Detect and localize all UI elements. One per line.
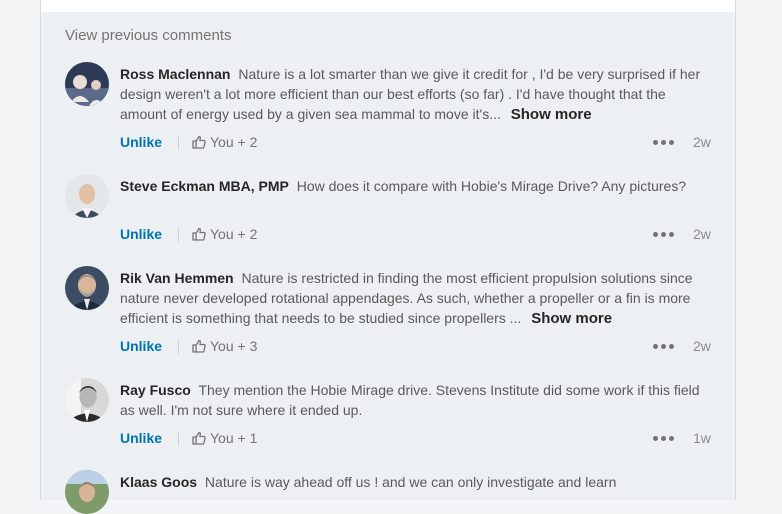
comment-text: Steve Eckman MBA, PMP How does it compar… [120, 176, 710, 196]
comment-actions: Unlike You + 3 2w [120, 336, 715, 356]
unlike-button[interactable]: Unlike [120, 428, 162, 448]
comment-age: 2w [693, 226, 711, 242]
comment-actions: Unlike You + 2 2w [120, 132, 715, 152]
unlike-button[interactable]: Unlike [120, 132, 162, 152]
avatar[interactable] [65, 266, 109, 310]
avatar[interactable] [65, 378, 109, 422]
like-count[interactable]: You + 2 [192, 132, 257, 152]
comment-text: Rik Van Hemmen Nature is restricted in f… [120, 268, 710, 329]
comment-body: They mention the Hobie Mirage drive. Ste… [120, 382, 700, 418]
like-count-text: You + 1 [210, 430, 258, 446]
comment-text: Klaas Goos Nature is way ahead off us ! … [120, 472, 710, 492]
more-options-icon[interactable] [653, 344, 675, 349]
comment-author[interactable]: Steve Eckman MBA, PMP [120, 178, 289, 194]
more-options-icon[interactable] [653, 140, 675, 145]
avatar[interactable] [65, 174, 109, 218]
like-count[interactable]: You + 2 [192, 224, 257, 244]
divider [178, 431, 179, 446]
show-more-link[interactable]: Show more [531, 310, 612, 327]
like-count-text: You + 2 [210, 226, 258, 242]
like-count[interactable]: You + 3 [192, 336, 257, 356]
comment-text: Ray Fusco They mention the Hobie Mirage … [120, 380, 710, 420]
comment-actions: Unlike You + 2 2w [120, 224, 715, 244]
comment-author[interactable]: Ross Maclennan [120, 66, 230, 82]
show-more-link[interactable]: Show more [511, 106, 592, 123]
thumbs-up-icon [192, 339, 206, 353]
comment-text: Ross Maclennan Nature is a lot smarter t… [120, 64, 710, 125]
comment-author[interactable]: Klaas Goos [120, 474, 197, 490]
divider [178, 339, 179, 354]
unlike-button[interactable]: Unlike [120, 336, 162, 356]
comment-author[interactable]: Rik Van Hemmen [120, 270, 234, 286]
comment-actions: Unlike You + 1 1w [120, 428, 715, 448]
view-previous-comments-link[interactable]: View previous comments [65, 27, 231, 44]
divider [178, 135, 179, 150]
divider [178, 227, 179, 242]
comment-age: 2w [693, 134, 711, 150]
more-options-icon[interactable] [653, 436, 675, 441]
comment-author[interactable]: Ray Fusco [120, 382, 191, 398]
thumbs-up-icon [192, 227, 206, 241]
comment-body: How does it compare with Hobie's Mirage … [296, 178, 687, 194]
comments-panel: View previous comments Ross Maclennan Na… [40, 12, 736, 514]
more-options-icon[interactable] [653, 232, 675, 237]
comment-body: Nature is way ahead off us ! and we can … [204, 474, 617, 490]
like-count-text: You + 2 [210, 134, 258, 150]
unlike-button[interactable]: Unlike [120, 224, 162, 244]
comment-age: 2w [693, 338, 711, 354]
comment-age: 1w [693, 430, 711, 446]
avatar[interactable] [65, 62, 109, 106]
thumbs-up-icon [192, 135, 206, 149]
like-count-text: You + 3 [210, 338, 258, 354]
like-count[interactable]: You + 1 [192, 428, 257, 448]
thumbs-up-icon [192, 431, 206, 445]
avatar[interactable] [65, 470, 109, 514]
